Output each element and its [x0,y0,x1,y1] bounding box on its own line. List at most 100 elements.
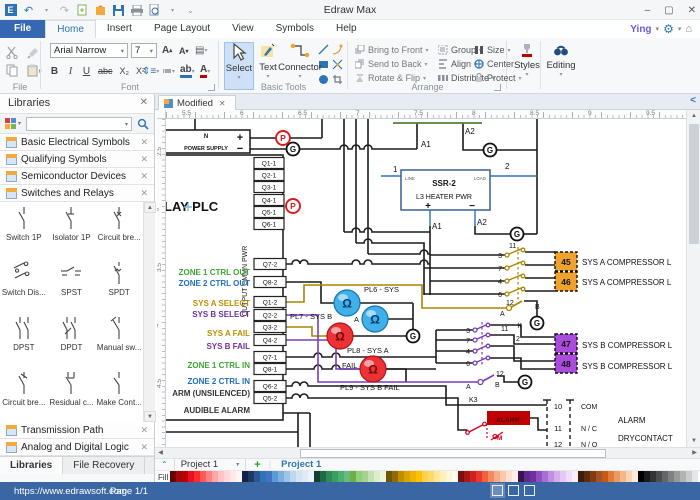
fit-view-icon[interactable] [508,485,519,496]
center-button[interactable]: Center [474,59,514,69]
library-search-input[interactable]: ▾ [26,117,132,131]
font-family-select[interactable]: Arial Narrow▾ [50,43,128,58]
library-menu-icon[interactable] [5,118,17,130]
underline-button[interactable]: U [80,64,93,78]
libraries-close-icon[interactable]: ✕ [140,97,148,108]
library-close-icon[interactable]: ✕ [140,188,148,199]
connector-tool-button[interactable]: Connector▾ [282,42,318,90]
bring-to-front-button[interactable]: Bring to Front▾ [355,45,429,55]
font-dialog-launcher[interactable] [208,84,215,91]
rotate-flip-button[interactable]: Rotate & Flip▾ [355,73,426,83]
library-close-icon[interactable]: ✕ [140,137,148,148]
tab-help[interactable]: Help [325,20,368,38]
scroll-up-icon[interactable]: ▲ [688,110,700,122]
library-group-switches-and-relays[interactable]: Switches and Relays✕ [0,185,154,202]
library-group-qualifying-symbols[interactable]: Qualifying Symbols✕ [0,151,154,168]
select-tool-button[interactable]: Select▾ [224,42,254,90]
vertical-scrollbar[interactable]: ▲ ▼ [686,110,700,447]
library-menu-caret[interactable]: ▾ [18,120,21,127]
library-close-icon[interactable]: ✕ [140,171,148,182]
horizontal-scrollbar[interactable]: ◀ ▶ [155,447,700,458]
library-group-basic-electrical-symbols[interactable]: Basic Electrical Symbols✕ [0,134,154,151]
add-page-button[interactable]: + [254,459,260,471]
drawing-canvas[interactable]: LINESSR-2LOADL3 HEATER PWR+−NPOWER SUPPL… [166,119,686,447]
editing-button[interactable]: Editing ▾ [545,42,577,90]
tab-insert[interactable]: Insert [96,20,143,38]
presentation-view-icon[interactable] [524,485,535,496]
symbol-make-cont-[interactable]: Make Cont... [95,367,143,422]
copy-icon[interactable] [6,64,19,77]
grid-scroll-up-icon[interactable]: ▲ [144,202,156,213]
symbol-grid-scrollbar[interactable]: ▲ ▼ [143,202,155,422]
symbol-circuit-bre-[interactable]: Circuit bre... [0,367,48,422]
user-dropdown-icon[interactable]: ▾ [656,25,660,33]
library-close-icon[interactable]: ✕ [140,442,148,453]
tab-home[interactable]: Home [45,20,96,38]
vertical-scroll-thumb[interactable] [689,124,699,244]
paragraph-button[interactable]: ▤▾ [193,43,209,57]
tab-symbols[interactable]: Symbols [265,20,325,38]
arrange-dialog-launcher[interactable] [494,84,501,91]
line-tool-icon[interactable] [318,44,329,55]
tab-file[interactable]: File [0,20,45,38]
library-group-semiconductor-devices[interactable]: Semiconductor Devices✕ [0,168,154,185]
arc-tool-icon[interactable] [332,44,343,55]
symbol-spdt[interactable]: SPDT [95,257,143,312]
maximize-button[interactable]: ▢ [664,5,673,16]
grow-font-button[interactable]: A▴ [160,43,174,57]
size-button[interactable]: Size▾ [474,45,511,55]
library-group-transmission-path[interactable]: Transmission Path✕ [0,422,154,439]
library-group-analog-and-digital-logic[interactable]: Analog and Digital Logic✕ [0,439,154,456]
page-tab-project1[interactable]: Project 1 [281,459,321,470]
search-icon[interactable] [137,118,149,130]
symbol-circuit-bre-[interactable]: Circuit bre... [95,202,143,257]
italic-button[interactable]: I [64,64,77,78]
tab-page-layout[interactable]: Page Layout [143,20,221,38]
align-button[interactable]: Align▾ [438,59,477,69]
symbol-switch-dis-[interactable]: Switch Dis... [0,257,48,312]
scroll-down-icon[interactable]: ▼ [688,435,700,447]
protect-button[interactable]: Protect▾ [474,73,522,83]
shrink-font-button[interactable]: A▾ [177,44,191,58]
collapse-pages-icon[interactable]: ⌃ [161,460,168,469]
page-selector[interactable]: Project 1▾ [174,459,247,471]
library-close-icon[interactable]: ✕ [140,154,148,165]
symbol-dpdt[interactable]: DPDT [48,312,96,367]
minimize-button[interactable]: – [645,5,651,16]
subscript-button[interactable]: X₂ [118,64,132,78]
scroll-left-icon[interactable]: ◀ [155,448,166,458]
symbol-spst[interactable]: SPST [48,257,96,312]
gear-icon[interactable]: ⚙ [663,22,674,36]
bullet-list-button[interactable]: ≔▾ [160,64,177,78]
panel-tab-file-recovery[interactable]: File Recovery [63,457,145,474]
close-button[interactable]: ✕ [688,5,696,16]
tab-view[interactable]: View [221,20,265,38]
scroll-right-icon[interactable]: ▶ [689,448,700,458]
symbol-isolator-1p[interactable]: Isolator 1P [48,202,96,257]
grid-scroll-down-icon[interactable]: ▼ [144,411,156,422]
font-color-button[interactable]: A▾ [198,64,212,78]
bold-button[interactable]: B [48,64,61,78]
symbol-switch-1p[interactable]: Switch 1P [0,202,48,257]
font-size-select[interactable]: 7▾ [131,43,157,58]
collapse-ribbon-icon[interactable]: ⌂ [685,23,692,35]
line-spacing-button[interactable]: ⇕≡▾ [140,64,161,78]
settings-dropdown-icon[interactable]: ▾ [678,25,682,33]
cut-icon[interactable] [6,46,19,59]
format-painter-icon[interactable] [27,46,40,59]
horizontal-scroll-thumb[interactable] [300,449,606,458]
symbol-manual-sw-[interactable]: Manual sw... [95,312,143,367]
cross-tool-icon[interactable] [332,59,343,70]
symbol-dpst[interactable]: DPST [0,312,48,367]
collapse-panel-icon[interactable]: < [690,95,696,106]
panel-tab-libraries[interactable]: Libraries [0,457,63,474]
send-to-back-button[interactable]: Send to Back▾ [355,59,428,69]
strikethrough-button[interactable]: abc [96,64,115,78]
normal-view-icon[interactable] [492,485,503,496]
document-tab-close-icon[interactable]: ✕ [219,99,226,108]
user-name[interactable]: Ying [630,24,651,35]
symbol-residual-c-[interactable]: Residual c... [48,367,96,422]
highlight-color-button[interactable]: ab▾ [178,64,197,78]
library-close-icon[interactable]: ✕ [140,425,148,436]
text-tool-button[interactable]: Text▾ [256,42,280,90]
